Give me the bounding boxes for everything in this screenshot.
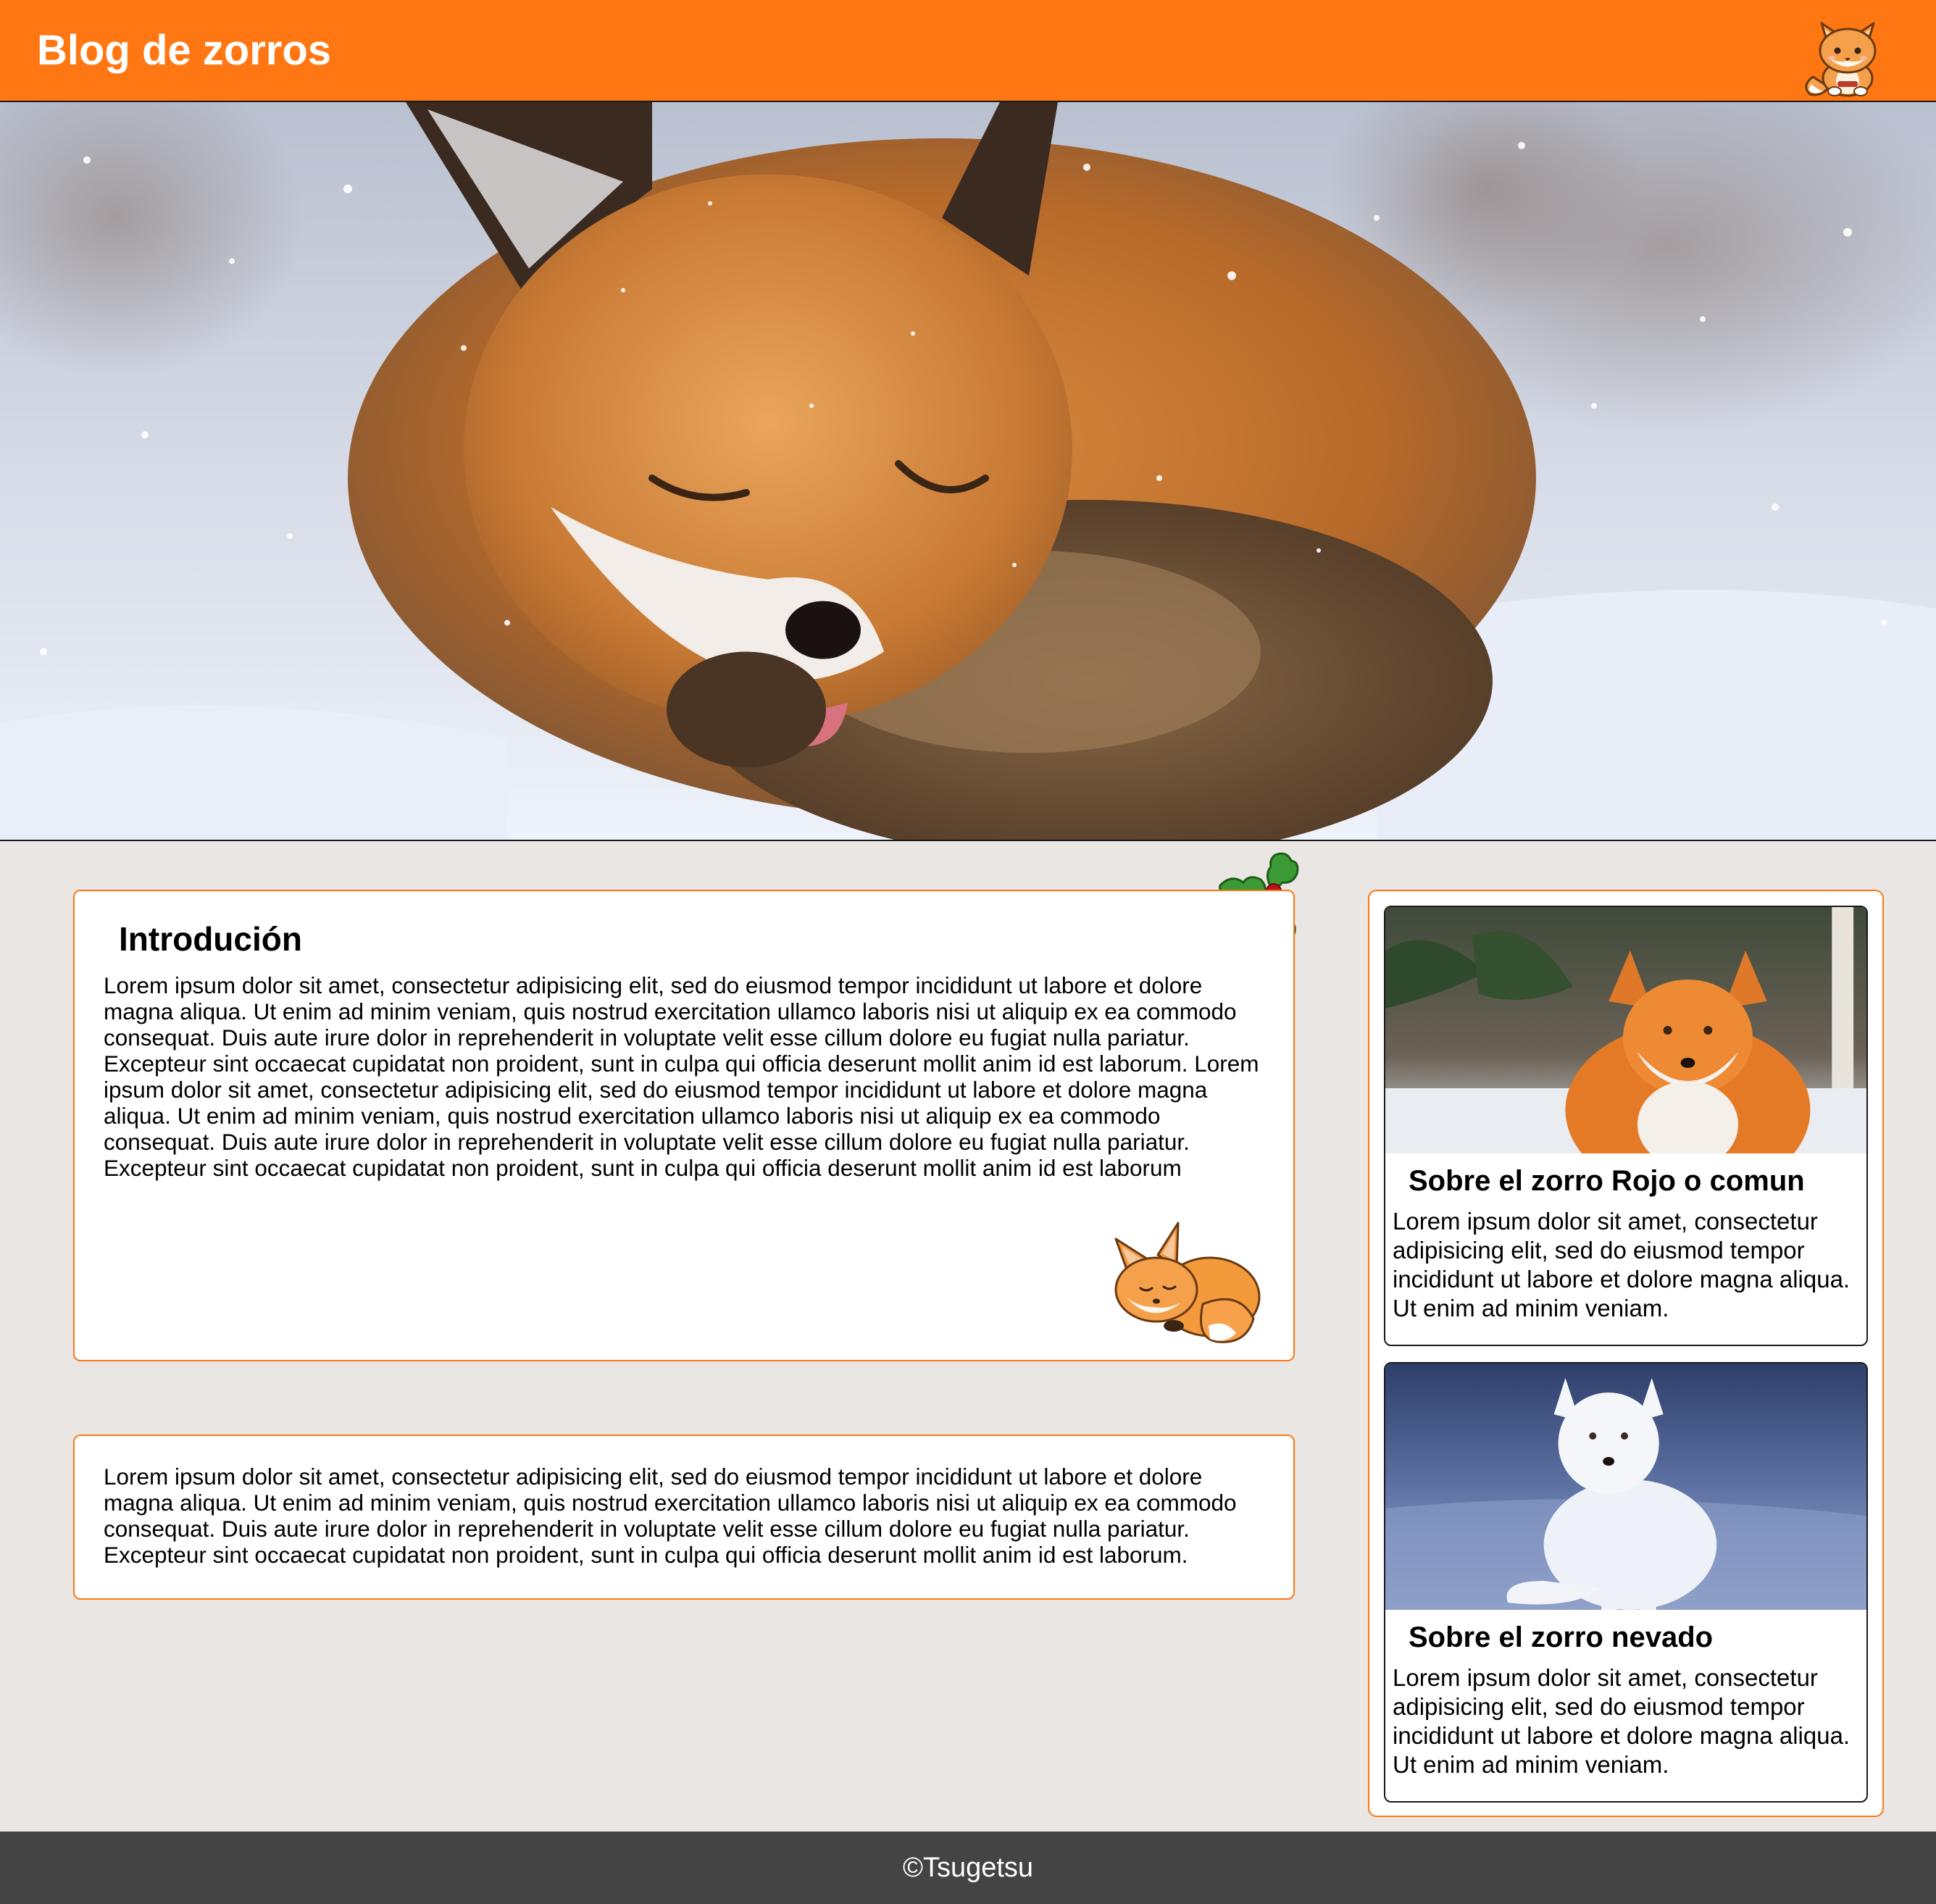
red-fox-card-text: Lorem ipsum dolor sit amet, consectetur …: [1393, 1208, 1851, 1321]
arctic-fox-card[interactable]: Sobre el zorro nevado Lorem ipsum dolor …: [1384, 1362, 1868, 1803]
red-fox-card[interactable]: Sobre el zorro Rojo o comun Lorem ipsum …: [1384, 906, 1868, 1346]
hero-banner: [0, 102, 1936, 841]
sidebar: Sobre el zorro Rojo o comun Lorem ipsum …: [1368, 890, 1884, 1817]
fox-mascot-icon: [1805, 22, 1877, 97]
arctic-fox-card-title[interactable]: Sobre el zorro nevado: [1409, 1617, 1713, 1658]
intro-text: Lorem ipsum dolor sit amet, consectetur …: [104, 972, 1259, 1181]
site-title[interactable]: Blog de zorros: [37, 22, 331, 80]
site-footer: ©Tsugetsu: [0, 1832, 1936, 1904]
red-fox-card-title[interactable]: Sobre el zorro Rojo o comun: [1409, 1161, 1805, 1201]
secondary-text: Lorem ipsum dolor sit amet, consectetur …: [104, 1464, 1237, 1568]
footer-copyright: ©Tsugetsu: [902, 1853, 1034, 1883]
intro-title: Introdución: [119, 920, 302, 958]
red-fox-photo: [1385, 907, 1866, 1153]
arctic-fox-photo: [1385, 1364, 1866, 1610]
snow-fox-hero-image: [0, 102, 1936, 840]
site-header: Blog de zorros: [0, 0, 1936, 102]
arctic-fox-card-text: Lorem ipsum dolor sit amet, consectetur …: [1393, 1664, 1851, 1778]
sleeping-fox-icon: [1114, 1222, 1261, 1343]
secondary-text-card: Lorem ipsum dolor sit amet, consectetur …: [73, 1435, 1295, 1600]
